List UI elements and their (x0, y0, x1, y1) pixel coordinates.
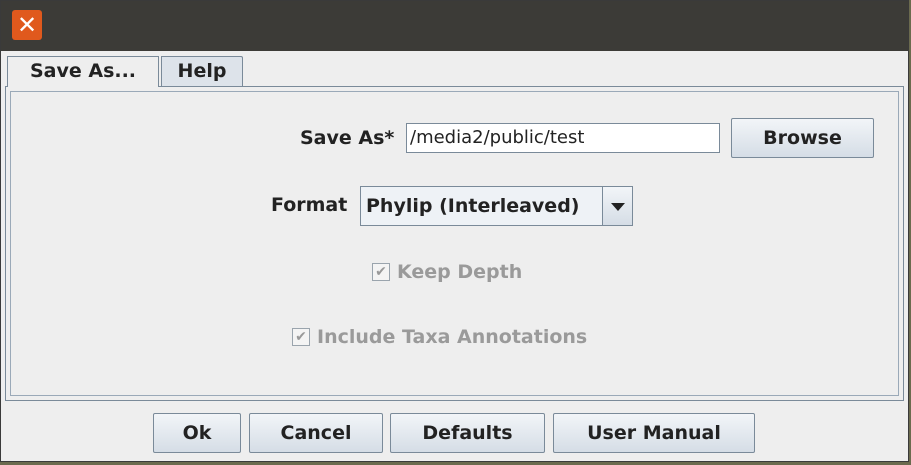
cancel-button[interactable]: Cancel (249, 413, 383, 453)
title-bar: ✕ (1, 1, 908, 51)
format-selected-value: Phylip (Interleaved) (366, 195, 580, 217)
button-bar: Ok Cancel Defaults User Manual (1, 406, 908, 463)
format-select[interactable]: Phylip (Interleaved) (360, 186, 633, 226)
user-manual-button[interactable]: User Manual (553, 413, 755, 453)
include-taxa-annotations-label: Include Taxa Annotations (317, 326, 588, 348)
check-icon: ✔ (372, 263, 390, 281)
tab-save-as[interactable]: Save As... (7, 56, 159, 87)
close-icon[interactable]: ✕ (12, 10, 42, 40)
chevron-down-icon[interactable] (602, 187, 632, 225)
format-label: Format (271, 194, 348, 216)
save-as-label: Save As* (300, 127, 395, 149)
save-dialog: ✕ Save As... Help Save As* /media2/publi… (0, 0, 909, 462)
save-as-path-field[interactable]: /media2/public/test (406, 123, 720, 153)
tab-help[interactable]: Help (161, 56, 243, 86)
browse-button[interactable]: Browse (731, 118, 874, 158)
keep-depth-label: Keep Depth (397, 261, 523, 283)
check-icon: ✔ (292, 328, 310, 346)
ok-button[interactable]: Ok (153, 413, 241, 453)
defaults-button[interactable]: Defaults (390, 413, 545, 453)
